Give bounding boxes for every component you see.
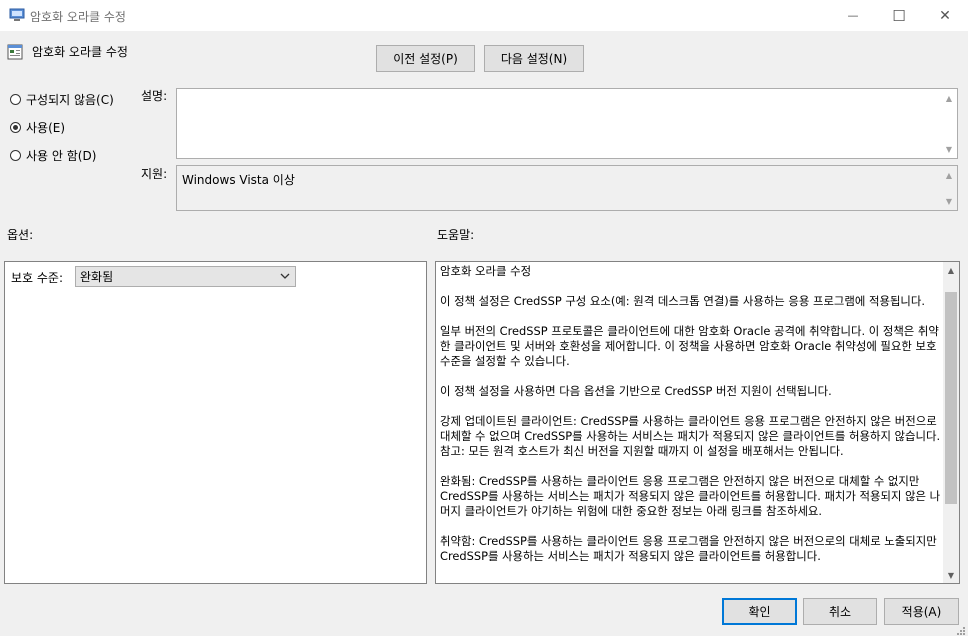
supported-box: Windows Vista 이상 ▲ ▼ <box>176 165 958 211</box>
close-button[interactable]: ✕ <box>922 0 968 31</box>
options-panel: 보호 수준: 완화됨 <box>4 261 427 584</box>
help-scrollbar[interactable]: ▲ ▼ <box>943 262 959 583</box>
help-paragraph: 이 정책 설정을 사용하면 다음 옵션을 기반으로 CredSSP 버전 지원이… <box>440 384 832 398</box>
apply-button[interactable]: 적용(A) <box>884 598 959 625</box>
scroll-up-icon[interactable]: ▲ <box>941 168 957 182</box>
supported-label: 지원: <box>141 167 168 181</box>
options-label: 옵션: <box>7 228 34 242</box>
protection-level-value: 완화됨 <box>80 270 114 284</box>
title-bar: 암호화 오라클 수정 — ☐ ✕ <box>0 0 968 31</box>
help-paragraph: 암호화 오라클 수정 <box>440 264 532 278</box>
minimize-button[interactable]: — <box>830 0 876 31</box>
window-title: 암호화 오라클 수정 <box>30 10 126 24</box>
radio-not-configured-label: 구성되지 않음(C) <box>26 93 114 107</box>
scroll-up-icon[interactable]: ▲ <box>941 91 957 105</box>
radio-enabled-label: 사용(E) <box>26 121 66 135</box>
maximize-icon: ☐ <box>892 6 906 25</box>
scroll-down-icon[interactable]: ▼ <box>943 568 959 582</box>
help-paragraph: 완화됨: CredSSP를 사용하는 클라이언트 응용 프로그램은 안전하지 않… <box>440 474 941 518</box>
radio-enabled-indicator <box>10 122 21 133</box>
close-icon: ✕ <box>939 7 951 24</box>
radio-disabled-indicator <box>10 150 21 161</box>
help-paragraph: 강제 업데이트된 클라이언트: CredSSP를 사용하는 클라이언트 응용 프… <box>440 414 941 458</box>
radio-disabled-label: 사용 안 함(D) <box>26 149 97 163</box>
help-scroll-thumb[interactable] <box>945 292 957 504</box>
policy-setting-icon <box>7 44 23 60</box>
radio-not-configured-indicator <box>10 94 21 105</box>
maximize-button[interactable]: ☐ <box>876 0 922 31</box>
scroll-down-icon[interactable]: ▼ <box>941 194 957 208</box>
minimize-icon: — <box>847 9 859 22</box>
scroll-down-icon[interactable]: ▼ <box>941 142 957 156</box>
radio-disabled[interactable]: 사용 안 함(D) <box>10 147 96 164</box>
radio-enabled[interactable]: 사용(E) <box>10 119 65 136</box>
description-scrollbar[interactable]: ▲ ▼ <box>941 89 957 158</box>
description-box[interactable]: ▲ ▼ <box>176 88 958 159</box>
help-paragraph: 일부 버전의 CredSSP 프로토콜은 클라이언트에 대한 암호화 Oracl… <box>440 324 939 368</box>
help-paragraph: 이 정책 설정은 CredSSP 구성 요소(예: 원격 데스크톱 연결)를 사… <box>440 294 926 308</box>
resize-grip-icon[interactable] <box>954 624 966 636</box>
description-label: 설명: <box>141 89 168 103</box>
radio-not-configured[interactable]: 구성되지 않음(C) <box>10 91 114 108</box>
chevron-down-icon <box>280 273 290 279</box>
help-label: 도움말: <box>437 228 475 242</box>
help-paragraph: 취약함: CredSSP를 사용하는 클라이언트 응용 프로그램을 안전하지 않… <box>440 534 937 563</box>
supported-scrollbar[interactable]: ▲ ▼ <box>941 166 957 210</box>
protection-level-select[interactable]: 완화됨 <box>75 266 296 287</box>
next-setting-button[interactable]: 다음 설정(N) <box>484 45 584 72</box>
cancel-button[interactable]: 취소 <box>803 598 877 625</box>
supported-value: Windows Vista 이상 <box>182 173 295 187</box>
help-text: 암호화 오라클 수정 이 정책 설정은 CredSSP 구성 요소(예: 원격 … <box>440 264 942 582</box>
protection-level-label: 보호 수준: <box>11 271 64 285</box>
scroll-up-icon[interactable]: ▲ <box>943 263 959 277</box>
previous-setting-button[interactable]: 이전 설정(P) <box>376 45 475 72</box>
ok-button[interactable]: 확인 <box>722 598 797 625</box>
setting-title: 암호화 오라클 수정 <box>32 45 128 59</box>
group-policy-icon <box>9 8 25 21</box>
